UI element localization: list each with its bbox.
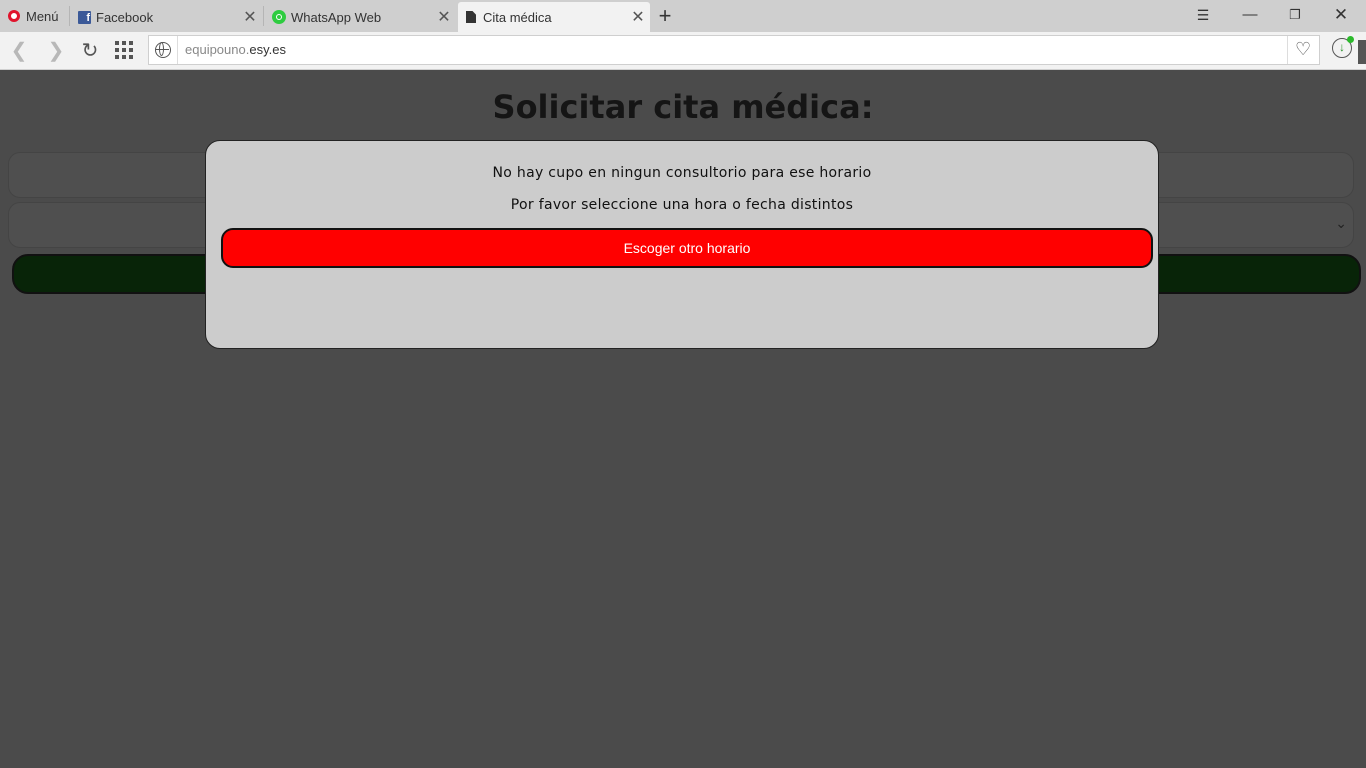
address-bar[interactable]: equipouno.esy.es ♡: [148, 35, 1320, 65]
tab-cita-medica[interactable]: Cita médica ✕: [458, 2, 650, 32]
download-icon[interactable]: ↓: [1332, 36, 1354, 58]
back-icon[interactable]: ❮: [4, 36, 34, 66]
minimize-icon[interactable]: —: [1227, 0, 1273, 30]
reload-icon[interactable]: ↻: [75, 36, 105, 66]
close-tab-icon[interactable]: ✕: [626, 7, 650, 27]
globe-icon: [155, 42, 171, 58]
tab-facebook[interactable]: f Facebook ✕: [70, 2, 262, 32]
browser-toolbar: ❮ ❯ ↻ equipouno.esy.es ♡ ↓: [0, 32, 1366, 70]
restore-icon[interactable]: ❐: [1272, 0, 1318, 30]
opera-logo-icon: [8, 10, 20, 22]
tab-bar: Menú f Facebook ✕ WhatsApp Web ✕ Cita mé…: [0, 0, 1366, 32]
alert-modal: No hay cupo en ningun consultorio para e…: [205, 140, 1159, 349]
menu-label: Menú: [26, 8, 59, 24]
scrollbar[interactable]: [1358, 40, 1366, 64]
close-tab-icon[interactable]: ✕: [432, 7, 456, 27]
tab-label: WhatsApp Web: [291, 9, 382, 25]
opera-menu-button[interactable]: Menú: [0, 0, 68, 32]
choose-other-time-button[interactable]: Escoger otro horario: [221, 228, 1153, 268]
whatsapp-icon: [272, 10, 286, 24]
page-title: Solicitar cita médica:: [492, 88, 874, 126]
modal-message-line1: No hay cupo en ningun consultorio para e…: [492, 165, 872, 181]
close-tab-icon[interactable]: ✕: [238, 7, 262, 27]
tab-label: Cita médica: [483, 9, 552, 25]
tab-whatsapp[interactable]: WhatsApp Web ✕: [264, 2, 456, 32]
speed-dial-icon[interactable]: [115, 41, 133, 59]
facebook-icon: f: [78, 10, 91, 24]
new-tab-icon[interactable]: +: [652, 2, 678, 30]
close-window-icon[interactable]: ✕: [1318, 0, 1364, 30]
url-text: equipouno.esy.es: [185, 42, 286, 57]
chevron-down-icon: ⌄: [1335, 215, 1347, 231]
tab-menu-icon[interactable]: ☰: [1180, 0, 1226, 30]
bookmark-heart-icon[interactable]: ♡: [1295, 39, 1311, 60]
forward-icon[interactable]: ❯: [41, 36, 71, 66]
document-icon: [466, 11, 476, 23]
modal-message-line2: Por favor seleccione una hora o fecha di…: [510, 197, 854, 213]
tab-label: Facebook: [96, 9, 154, 25]
